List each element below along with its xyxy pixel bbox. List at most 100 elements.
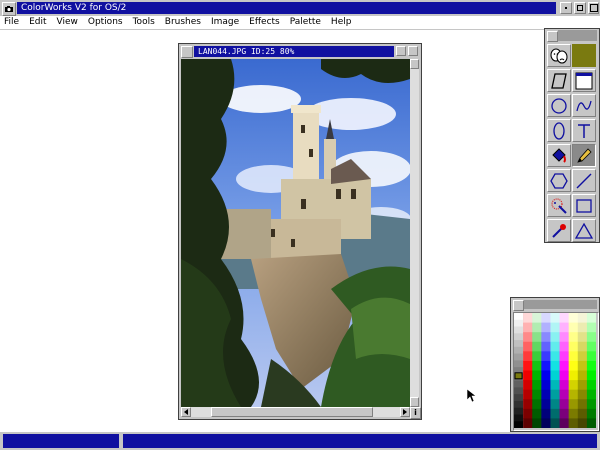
color-swatch[interactable]: [532, 370, 542, 381]
triangle-tool[interactable]: [572, 219, 596, 242]
scroll-down-button[interactable]: [410, 397, 419, 407]
gray-swatch[interactable]: [514, 313, 524, 321]
system-menu-icon[interactable]: [2, 2, 16, 16]
ellipse-tool[interactable]: [547, 119, 571, 142]
color-swatch[interactable]: [532, 351, 542, 362]
image-maximize-button[interactable]: [408, 46, 418, 56]
color-swatch[interactable]: [550, 399, 561, 410]
color-swatch[interactable]: [568, 351, 579, 362]
menu-tools[interactable]: Tools: [129, 16, 159, 29]
color-swatch[interactable]: [541, 360, 551, 371]
tool-palette-system-menu-icon[interactable]: [547, 31, 558, 42]
color-swatch[interactable]: [559, 399, 570, 410]
color-swatch[interactable]: [577, 351, 588, 362]
image-minimize-button[interactable]: [396, 46, 406, 56]
color-swatch[interactable]: [586, 322, 597, 333]
color-swatch[interactable]: [541, 341, 551, 352]
color-swatch[interactable]: [541, 351, 551, 362]
color-swatch[interactable]: [586, 341, 597, 352]
scroll-left-button[interactable]: [181, 407, 191, 417]
color-swatch[interactable]: [577, 360, 588, 371]
rectangle-tool[interactable]: [572, 194, 596, 217]
color-swatch[interactable]: [577, 341, 588, 352]
castle-photo[interactable]: [181, 59, 410, 407]
color-swatch[interactable]: [523, 351, 533, 362]
color-swatch[interactable]: [532, 380, 542, 391]
color-palette-system-menu-icon[interactable]: [513, 300, 524, 311]
menu-edit[interactable]: Edit: [25, 16, 50, 29]
color-swatch[interactable]: [559, 380, 570, 391]
gray-swatch[interactable]: [514, 346, 524, 355]
menu-effects[interactable]: Effects: [245, 16, 284, 29]
color-swatch[interactable]: [568, 360, 579, 371]
color-swatch[interactable]: [541, 408, 551, 419]
color-swatch[interactable]: [586, 360, 597, 371]
gray-swatch[interactable]: [514, 394, 524, 402]
color-swatch[interactable]: [586, 389, 597, 400]
color-swatch[interactable]: [541, 332, 551, 343]
color-swatch[interactable]: [532, 389, 542, 400]
color-swatch[interactable]: [577, 370, 588, 381]
color-swatch[interactable]: [577, 389, 588, 400]
gray-swatch[interactable]: [514, 414, 524, 422]
gray-swatch[interactable]: [514, 380, 524, 388]
color-swatch[interactable]: [541, 322, 551, 333]
color-swatch[interactable]: [559, 313, 570, 324]
color-swatch[interactable]: [586, 399, 597, 410]
color-grid[interactable]: [513, 312, 599, 431]
color-swatch[interactable]: [559, 360, 570, 371]
color-swatch[interactable]: [559, 341, 570, 352]
color-swatch[interactable]: [550, 389, 561, 400]
color-swatch[interactable]: [523, 418, 533, 429]
menu-image[interactable]: Image: [207, 16, 243, 29]
pencil-tool[interactable]: [572, 144, 596, 167]
color-swatch[interactable]: [532, 341, 542, 352]
color-swatch[interactable]: [559, 389, 570, 400]
color-swatch[interactable]: [541, 399, 551, 410]
color-swatch[interactable]: [550, 313, 561, 324]
color-swatch[interactable]: [523, 332, 533, 343]
color-swatch[interactable]: [577, 418, 588, 429]
gray-swatch[interactable]: [514, 326, 524, 334]
color-palette-title-bar[interactable]: [524, 300, 597, 309]
color-swatch[interactable]: [568, 332, 579, 343]
color-swatch[interactable]: [559, 322, 570, 333]
gray-swatch[interactable]: [514, 407, 524, 415]
color-swatch[interactable]: [523, 408, 533, 419]
color-swatch[interactable]: [586, 418, 597, 429]
color-swatch[interactable]: [523, 389, 533, 400]
fill-bucket-tool[interactable]: [547, 144, 571, 167]
gray-swatch[interactable]: [514, 387, 524, 395]
tool-palette-title-bar[interactable]: [558, 30, 597, 41]
color-swatch[interactable]: [586, 380, 597, 391]
color-swatch[interactable]: [523, 313, 533, 324]
color-swatch[interactable]: [550, 370, 561, 381]
color-swatch[interactable]: [568, 389, 579, 400]
foreground-color-swatch[interactable]: [572, 44, 596, 67]
color-swatch[interactable]: [523, 360, 533, 371]
color-swatch[interactable]: [568, 341, 579, 352]
menu-brushes[interactable]: Brushes: [161, 16, 205, 29]
line-tool[interactable]: [572, 169, 596, 192]
color-swatch[interactable]: [568, 322, 579, 333]
gray-swatch[interactable]: [514, 333, 524, 341]
color-swatch[interactable]: [532, 322, 542, 333]
color-swatch[interactable]: [550, 341, 561, 352]
curve-tool[interactable]: [572, 94, 596, 117]
menu-palette[interactable]: Palette: [286, 16, 325, 29]
color-swatch[interactable]: [532, 408, 542, 419]
color-swatch[interactable]: [550, 380, 561, 391]
info-icon[interactable]: i: [410, 407, 421, 419]
color-swatch[interactable]: [568, 370, 579, 381]
color-swatch[interactable]: [541, 380, 551, 391]
color-swatch[interactable]: [586, 408, 597, 419]
color-swatch[interactable]: [568, 408, 579, 419]
color-swatch[interactable]: [559, 408, 570, 419]
gray-swatch[interactable]: [514, 353, 524, 361]
menu-view[interactable]: View: [53, 16, 82, 29]
gray-swatch[interactable]: [514, 319, 524, 328]
color-swatch[interactable]: [541, 370, 551, 381]
parallelogram-tool[interactable]: [547, 69, 571, 92]
color-swatch[interactable]: [577, 322, 588, 333]
color-swatch[interactable]: [550, 408, 561, 419]
